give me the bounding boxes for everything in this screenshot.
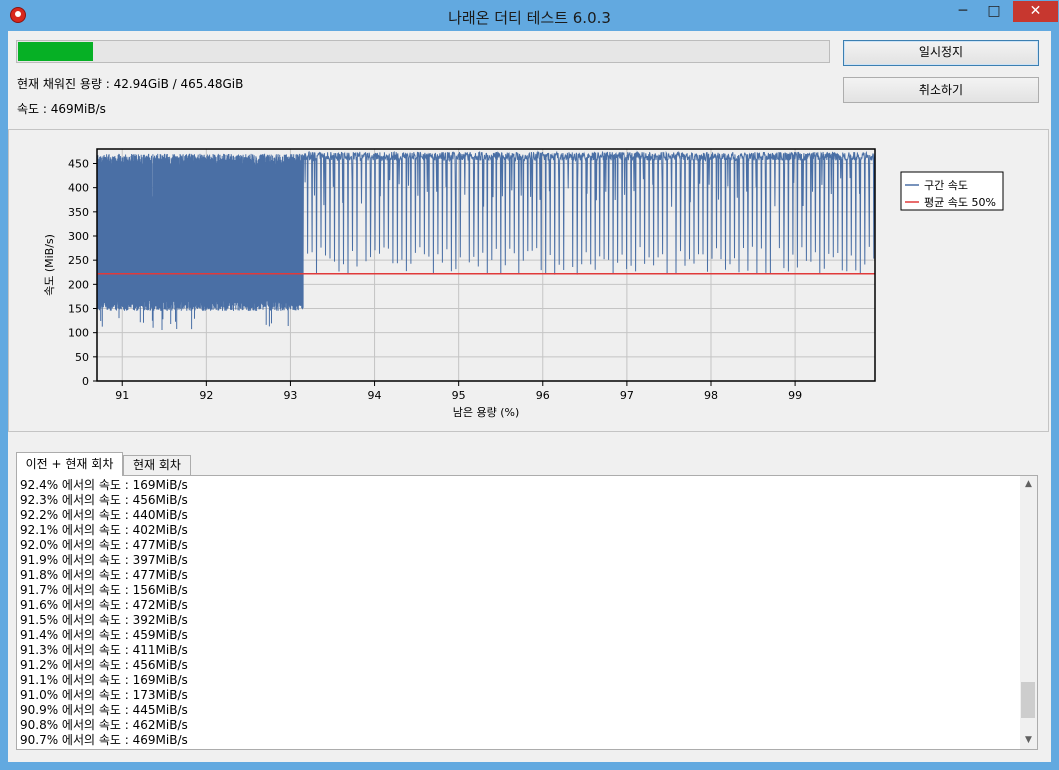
log-line: 91.9% 에서의 속도 : 397MiB/s xyxy=(20,553,188,567)
y-tick-label: 0 xyxy=(82,375,89,388)
log-line: 91.6% 에서의 속도 : 472MiB/s xyxy=(20,598,188,612)
x-tick-label: 94 xyxy=(368,389,382,402)
cancel-button[interactable]: 취소하기 xyxy=(843,77,1039,103)
speed-chart: 91 92 93 94 95 96 97 98 99 0 50 100 150 200 250 300 350 4… xyxy=(43,148,1004,419)
y-tick-label: 350 xyxy=(68,206,89,219)
maximize-button[interactable]: □ xyxy=(977,1,1011,22)
tab-previous-and-current[interactable]: 이전 + 현재 회차 xyxy=(16,452,123,476)
y-tick-label: 450 xyxy=(68,158,89,171)
log-line: 91.2% 에서의 속도 : 456MiB/s xyxy=(20,658,188,672)
log-line: 91.7% 에서의 속도 : 156MiB/s xyxy=(20,583,188,597)
pause-button[interactable]: 일시정지 xyxy=(843,40,1039,66)
legend-entry: 평균 속도 50% xyxy=(924,196,996,209)
chart-legend: 구간 속도평균 속도 50% xyxy=(900,171,1004,211)
x-axis-label: 남은 용량 (%) xyxy=(453,406,520,419)
log-line: 92.3% 에서의 속도 : 456MiB/s xyxy=(20,493,188,507)
client-area: 일시정지 취소하기 현재 채워진 용량 : 42.94GiB / 465.48G… xyxy=(8,31,1051,762)
scroll-up-icon[interactable]: ▲ xyxy=(1020,476,1037,493)
x-tick-label: 98 xyxy=(704,389,718,402)
vertical-scrollbar[interactable]: ▲ ▼ xyxy=(1020,476,1037,749)
scroll-thumb[interactable] xyxy=(1021,681,1035,718)
window-title: 나래온 더티 테스트 6.0.3 xyxy=(448,9,611,27)
log-line: 92.1% 에서의 속도 : 402MiB/s xyxy=(20,523,188,537)
log-line: 91.0% 에서의 속도 : 173MiB/s xyxy=(20,688,188,702)
y-tick-label: 150 xyxy=(68,303,89,316)
log-line: 90.9% 에서의 속도 : 445MiB/s xyxy=(20,703,188,717)
log-line: 91.1% 에서의 속도 : 169MiB/s xyxy=(20,673,188,687)
x-tick-label: 95 xyxy=(452,389,466,402)
x-tick-label: 92 xyxy=(199,389,213,402)
progress-bar xyxy=(16,40,830,63)
progress-fill xyxy=(18,42,93,61)
log-line: 91.8% 에서의 속도 : 477MiB/s xyxy=(20,568,188,582)
x-tick-label: 96 xyxy=(536,389,550,402)
x-tick-label: 97 xyxy=(620,389,634,402)
scroll-down-icon[interactable]: ▼ xyxy=(1020,732,1037,749)
x-tick-label: 93 xyxy=(283,389,297,402)
log-line: 91.4% 에서의 속도 : 459MiB/s xyxy=(20,628,188,642)
minimize-button[interactable]: ─ xyxy=(946,1,980,22)
y-tick-label: 100 xyxy=(68,327,89,340)
application-window: 나래온 더티 테스트 6.0.3 ─ □ ✕ 일시정지 취소하기 현재 채워진 … xyxy=(0,0,1059,770)
speed-label: 속도 : 469MiB/s xyxy=(17,102,106,116)
chart-panel: 91 92 93 94 95 96 97 98 99 0 50 100 150 200 250 300 350 4… xyxy=(8,129,1049,432)
log-lines: 92.4% 에서의 속도 : 169MiB/s 92.3% 에서의 속도 : 45… xyxy=(20,478,188,748)
log-line: 91.3% 에서의 속도 : 411MiB/s xyxy=(20,643,188,657)
log-line: 90.7% 에서의 속도 : 469MiB/s xyxy=(20,733,188,747)
y-tick-label: 250 xyxy=(68,254,89,267)
x-tick-label: 99 xyxy=(788,389,802,402)
log-line: 92.0% 에서의 속도 : 477MiB/s xyxy=(20,538,188,552)
x-tick-label: 91 xyxy=(115,389,129,402)
log-line: 91.5% 에서의 속도 : 392MiB/s xyxy=(20,613,188,627)
log-line: 90.8% 에서의 속도 : 462MiB/s xyxy=(20,718,188,732)
legend-entry: 구간 속도 xyxy=(924,179,968,192)
close-button[interactable]: ✕ xyxy=(1013,1,1058,22)
log-line: 92.2% 에서의 속도 : 440MiB/s xyxy=(20,508,188,522)
y-tick-label: 200 xyxy=(68,278,89,291)
y-axis-label: 속도 (MiB/s) xyxy=(43,234,56,296)
y-tick-label: 50 xyxy=(75,351,89,364)
tab-current[interactable]: 현재 회차 xyxy=(123,455,191,476)
y-tick-label: 300 xyxy=(68,230,89,243)
speed-log[interactable]: 92.4% 에서의 속도 : 169MiB/s 92.3% 에서의 속도 : 45… xyxy=(16,475,1038,750)
capacity-label: 현재 채워진 용량 : 42.94GiB / 465.48GiB xyxy=(17,77,244,91)
log-line: 92.4% 에서의 속도 : 169MiB/s xyxy=(20,478,188,492)
title-bar[interactable]: 나래온 더티 테스트 6.0.3 ─ □ ✕ xyxy=(0,0,1059,32)
y-tick-label: 400 xyxy=(68,182,89,195)
